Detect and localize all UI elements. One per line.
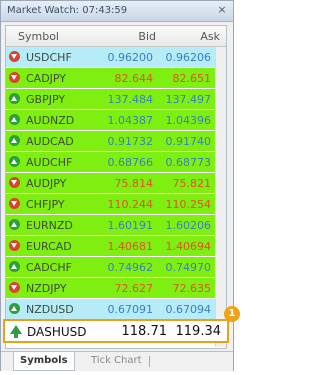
close-icon[interactable]: ×	[216, 4, 228, 16]
tab-symbols[interactable]: Symbols	[13, 352, 75, 371]
bid-price: 1.04387	[107, 114, 154, 127]
market-watch-window: Market Watch: 07:43:59 × Symbol Bid Ask …	[0, 0, 234, 371]
symbol-row[interactable]: CADJPY 82.644 82.651	[6, 68, 215, 89]
ask-price: 137.497	[165, 93, 212, 106]
arrow-down-icon	[9, 198, 20, 209]
symbol-row[interactable]: AUDCHF 0.68766 0.68773	[6, 152, 215, 173]
symbol-name: AUDJPY	[26, 177, 67, 190]
symbol-row[interactable]: NZDJPY 72.627 72.635	[6, 278, 215, 299]
market-watch-table: Symbol Bid Ask USDCHF 0.96200 0.96206 CADJP…	[5, 25, 227, 349]
bid-price: 72.627	[114, 282, 154, 295]
selected-symbol-row[interactable]: DASHUSD 118.71 119.34	[3, 319, 229, 343]
arrow-up-icon	[9, 261, 20, 272]
tab-separator	[149, 356, 150, 367]
ask-price: 1.60206	[165, 219, 212, 232]
ask-price: 1.40694	[165, 240, 212, 253]
bid-price: 0.74962	[107, 261, 154, 274]
symbol-row[interactable]: GBPJPY 137.484 137.497	[6, 89, 215, 110]
symbol-row[interactable]: CHFJPY 110.244 110.254	[6, 194, 215, 215]
ask-price: 82.651	[172, 72, 212, 85]
tab-tick-chart[interactable]: Tick Chart	[85, 352, 148, 370]
symbol-name: AUDNZD	[26, 114, 75, 127]
ask-price: 0.96206	[165, 51, 212, 64]
column-header-bid[interactable]: Bid	[138, 30, 156, 43]
symbol-name: USDCHF	[26, 51, 72, 64]
symbol-name: AUDCHF	[26, 156, 73, 169]
arrow-down-icon	[9, 51, 20, 62]
ask-price: 0.74970	[165, 261, 212, 274]
symbol-row[interactable]: EURNZD 1.60191 1.60206	[6, 215, 215, 236]
ask-price: 72.635	[172, 282, 212, 295]
arrow-up-icon	[9, 114, 20, 125]
symbol-row[interactable]: AUDNZD 1.04387 1.04396	[6, 110, 215, 131]
symbol-row[interactable]: NZDUSD 0.67091 0.67094	[6, 299, 215, 320]
arrow-down-icon	[9, 282, 20, 293]
callout-badge: 1	[224, 306, 240, 322]
symbol-name: CHFJPY	[26, 198, 65, 211]
title-bar[interactable]: Market Watch: 07:43:59 ×	[1, 1, 233, 22]
symbol-name: CADCHF	[26, 261, 72, 274]
bid-price: 82.644	[114, 72, 154, 85]
symbol-row[interactable]: AUDCAD 0.91732 0.91740	[6, 131, 215, 152]
bottom-tabs: Symbols Tick Chart	[1, 351, 233, 371]
column-header-symbol[interactable]: Symbol	[18, 30, 59, 43]
ask-price: 75.821	[172, 177, 212, 190]
bid-price: 118.71	[121, 324, 168, 339]
symbol-name: EURCAD	[26, 240, 72, 253]
symbol-name: EURNZD	[26, 219, 73, 232]
bid-price: 0.96200	[107, 51, 154, 64]
arrow-up-icon	[9, 156, 20, 167]
arrow-up-icon	[9, 93, 20, 104]
arrow-up-icon	[9, 303, 20, 314]
arrow-up-icon-stem	[14, 333, 18, 338]
symbol-row[interactable]: USDCHF 0.96200 0.96206	[6, 47, 215, 68]
symbol-row[interactable]: CADCHF 0.74962 0.74970	[6, 257, 215, 278]
arrow-down-icon	[9, 177, 20, 188]
ask-price: 1.04396	[165, 114, 212, 127]
bid-price: 110.244	[107, 198, 154, 211]
arrow-down-icon	[9, 240, 20, 251]
arrow-up-icon	[9, 135, 20, 146]
bid-price: 75.814	[114, 177, 154, 190]
ask-price: 0.68773	[165, 156, 212, 169]
bid-price: 0.91732	[107, 135, 154, 148]
bid-price: 0.68766	[107, 156, 154, 169]
symbol-name: AUDCAD	[26, 135, 74, 148]
bid-price: 137.484	[107, 93, 154, 106]
symbol-name: NZDUSD	[26, 303, 74, 316]
table-header: Symbol Bid Ask	[6, 26, 226, 47]
column-header-ask[interactable]: Ask	[200, 30, 220, 43]
window-title: Market Watch: 07:43:59	[7, 5, 128, 16]
symbol-name: NZDJPY	[26, 282, 67, 295]
symbol-row[interactable]: EURCAD 1.40681 1.40694	[6, 236, 215, 257]
vertical-scrollbar[interactable]	[215, 47, 226, 347]
symbol-row[interactable]: AUDJPY 75.814 75.821	[6, 173, 215, 194]
ask-price: 110.254	[165, 198, 212, 211]
symbol-name: CADJPY	[26, 72, 67, 85]
bid-price: 1.60191	[107, 219, 154, 232]
bid-price: 1.40681	[107, 240, 154, 253]
symbol-name: GBPJPY	[26, 93, 66, 106]
bid-price: 0.67091	[107, 303, 154, 316]
ask-price: 0.91740	[165, 135, 212, 148]
ask-price: 119.34	[175, 324, 222, 339]
arrow-up-icon	[9, 219, 20, 230]
arrow-down-icon	[9, 72, 20, 83]
symbol-name: DASHUSD	[27, 325, 87, 339]
ask-price: 0.67094	[165, 303, 212, 316]
